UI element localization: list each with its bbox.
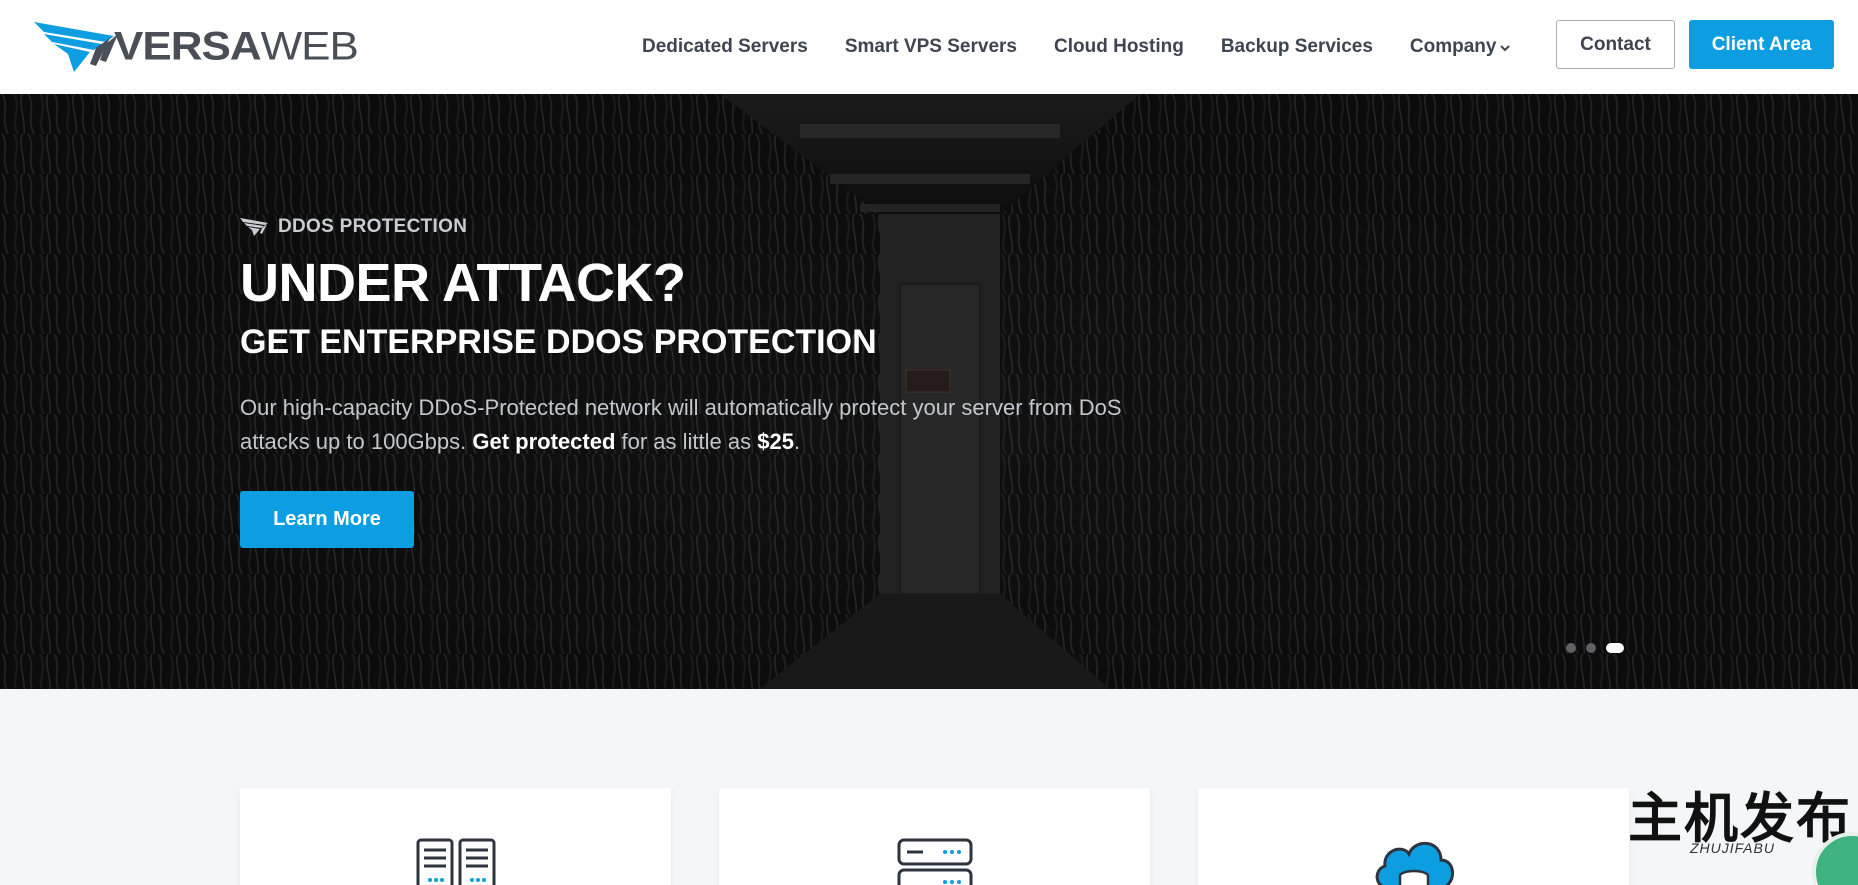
nav-cloud-hosting[interactable]: Cloud Hosting [1054,36,1184,58]
eyebrow-label: DDOS PROTECTION [278,216,468,237]
dedicated-servers-icon [416,838,495,885]
nav-company-label: Company [1409,36,1497,57]
hero-description: Our high-capacity DDoS-Protected network… [240,391,1140,459]
brand-wordmark: VERSAWEB [114,24,359,69]
product-card-cloud[interactable] [1198,788,1629,885]
desc-emphasis-price: $25 [757,429,794,455]
cloud-hosting-icon [1375,842,1454,885]
nav-backup-services[interactable]: Backup Services [1221,36,1373,58]
desc-text-2: for as little as [615,429,758,455]
desc-text-3: . [793,429,801,455]
client-area-button[interactable]: Client Area [1689,20,1834,69]
site-header: VERSAWEB Dedicated Servers Smart VPS Ser… [0,0,1858,94]
desc-emphasis-get-protected: Get protected [472,429,616,455]
hero-subtitle: GET ENTERPRISE DDOS PROTECTION [240,323,877,361]
slider-dot-3[interactable] [1606,643,1624,653]
wing-logo-icon [240,218,268,236]
hero-title: UNDER ATTACK? [240,253,686,313]
hero-content: DDOS PROTECTION UNDER ATTACK? GET ENTERP… [240,216,1140,549]
hero-slider: DDOS PROTECTION UNDER ATTACK? GET ENTERP… [0,94,1858,689]
slider-dot-2[interactable] [1586,643,1596,653]
slider-dot-1[interactable] [1566,643,1576,653]
nav-smart-vps-servers[interactable]: Smart VPS Servers [845,36,1017,58]
chevron-down-icon [1500,45,1511,52]
product-card-vps[interactable] [719,788,1150,885]
versaweb-logo[interactable]: VERSAWEB [34,20,359,74]
watermark-big: 主机发布 [1628,787,1852,850]
nav-dedicated-servers[interactable]: Dedicated Servers [642,36,808,58]
brand-name-bold: VERSA [114,24,262,69]
main-nav: Dedicated Servers Smart VPS Servers Clou… [642,0,1547,94]
nav-company[interactable]: Company [1410,36,1511,58]
site-watermark: 主机发布 ZHUJIFABU [1628,787,1852,857]
contact-button[interactable]: Contact [1556,20,1675,69]
hero-eyebrow: DDOS PROTECTION [240,216,1140,238]
brand-name-light: WEB [260,24,359,69]
learn-more-button[interactable]: Learn More [240,491,414,549]
product-card-dedicated[interactable] [240,788,671,885]
slider-pagination [1566,643,1634,653]
wing-logo-icon [34,22,118,72]
vps-server-icon [897,838,972,885]
